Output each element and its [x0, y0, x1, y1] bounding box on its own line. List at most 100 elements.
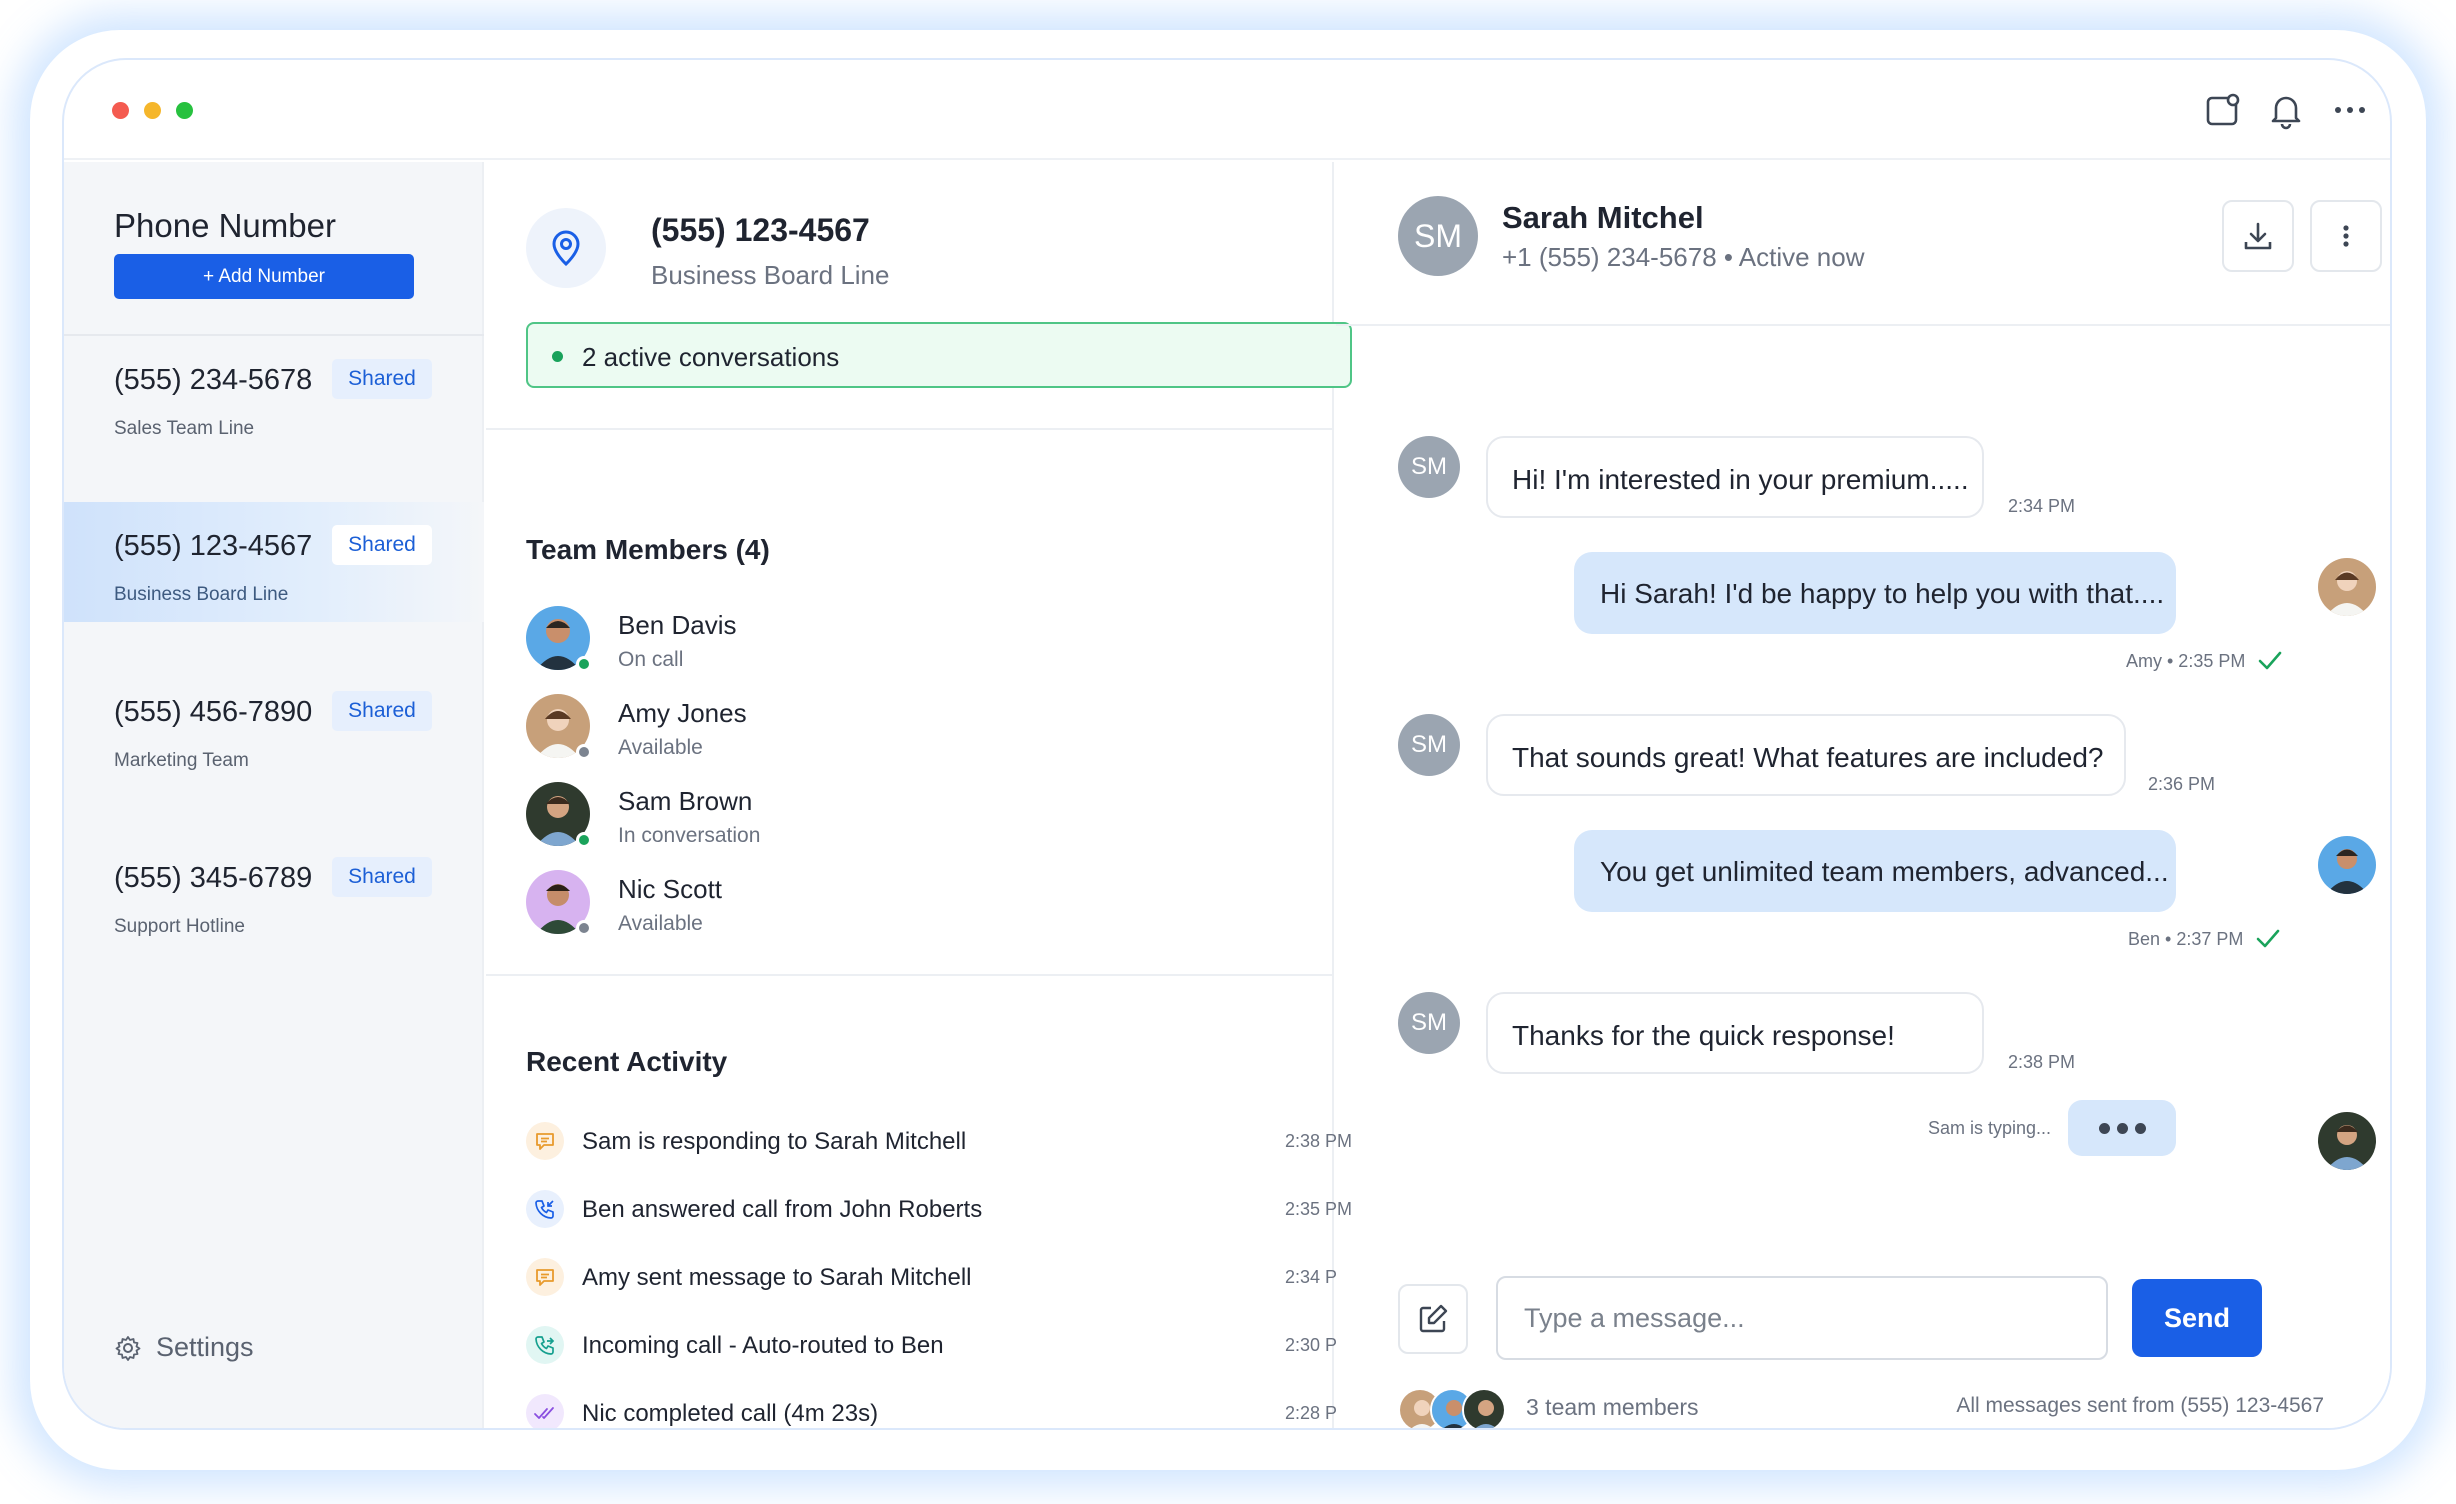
message-icon	[526, 1258, 564, 1296]
line-label: Marketing Team	[114, 750, 249, 771]
activity-item[interactable]: Ben answered call from John Roberts 2:35…	[526, 1190, 1352, 1230]
activity-item[interactable]: Amy sent message to Sarah Mitchell 2:34 …	[526, 1258, 1352, 1298]
message-composer: Send 3 team members All messages sent fr…	[1336, 1222, 2390, 1428]
member-status: Available	[618, 912, 703, 935]
download-button[interactable]	[2222, 200, 2294, 272]
line-label: Business Board Line	[114, 584, 289, 605]
line-item-sales[interactable]: (555) 234-5678 Shared Sales Team Line	[64, 336, 484, 456]
avatar	[2318, 1112, 2376, 1170]
team-count: 3 team members	[1526, 1394, 1699, 1420]
outgoing-message: You get unlimited team members, advanced…	[1574, 830, 2176, 912]
contact-name: Sarah Mitchel	[1502, 200, 1704, 235]
member-status: Available	[618, 736, 703, 759]
team-members-title: Team Members (4)	[526, 534, 770, 565]
send-button[interactable]: Send	[2132, 1279, 2262, 1357]
message-sender-time: Amy • 2:35 PM	[2126, 650, 2246, 671]
maximize-window-button[interactable]	[176, 102, 193, 119]
activity-item[interactable]: Sam is responding to Sarah Mitchell 2:38…	[526, 1122, 1352, 1162]
message-sender-time: Ben • 2:37 PM	[2128, 928, 2244, 949]
shared-badge: Shared	[332, 359, 432, 399]
active-conversations-text: 2 active conversations	[582, 342, 840, 372]
outgoing-message: Hi Sarah! I'd be happy to help you with …	[1574, 552, 2176, 634]
message-time: 2:38 PM	[2008, 1052, 2076, 1072]
chat-panel: SM Sarah Mitchel +1 (555) 234-5678 • Act…	[1336, 162, 2390, 1428]
recent-activity-title: Recent Activity	[526, 1046, 728, 1077]
team-member[interactable]: Ben Davis On call	[526, 606, 1126, 676]
sidebar: Phone Number + Add Number (555) 234-5678…	[64, 162, 484, 1428]
settings-link[interactable]: Settings	[114, 1332, 254, 1363]
activity-text: Incoming call - Auto-routed to Ben	[582, 1332, 944, 1359]
minimize-window-button[interactable]	[144, 102, 161, 119]
title-bar	[64, 60, 2390, 160]
line-number: (555) 234-5678	[114, 364, 313, 396]
double-check-icon	[526, 1394, 564, 1428]
line-label: Sales Team Line	[114, 418, 255, 439]
phone-forward-icon	[526, 1326, 564, 1364]
notes-icon[interactable]	[2204, 90, 2244, 130]
member-name: Nic Scott	[618, 874, 723, 904]
more-icon[interactable]	[2330, 90, 2370, 130]
message-input[interactable]	[1496, 1276, 2108, 1360]
team-member[interactable]: Nic Scott Available	[526, 870, 1126, 940]
member-name: Sam Brown	[618, 786, 753, 816]
avatar	[2318, 836, 2376, 894]
selected-line-number: (555) 123-4567	[651, 212, 870, 248]
team-member[interactable]: Amy Jones Available	[526, 694, 1126, 764]
team-member[interactable]: Sam Brown In conversation	[526, 782, 1126, 852]
line-number: (555) 345-6789	[114, 862, 313, 894]
line-number: (555) 456-7890	[114, 696, 313, 728]
check-icon	[2257, 929, 2280, 948]
phone-incoming-icon	[526, 1190, 564, 1228]
shared-badge: Shared	[332, 857, 432, 897]
line-detail-panel: (555) 123-4567 Business Board Line 2 act…	[486, 162, 1352, 1428]
status-dot-icon	[576, 744, 592, 760]
shared-badge: Shared	[332, 691, 432, 731]
selected-line-label: Business Board Line	[651, 260, 890, 290]
incoming-message: Thanks for the quick response!	[1486, 992, 1984, 1074]
location-pin-icon	[526, 208, 606, 288]
contact-avatar: SM	[1398, 992, 1460, 1054]
gear-icon	[115, 1335, 141, 1361]
divider	[486, 974, 1334, 976]
avatar	[1462, 1388, 1506, 1428]
line-label: Support Hotline	[114, 916, 245, 937]
chat-header: SM Sarah Mitchel +1 (555) 234-5678 • Act…	[1336, 162, 2390, 326]
chat-options-button[interactable]	[2310, 200, 2382, 272]
settings-label: Settings	[156, 1332, 254, 1362]
message-meta: Ben • 2:37 PM	[2128, 928, 2328, 950]
message-time: 2:36 PM	[2148, 774, 2216, 794]
incoming-message: That sounds great! What features are inc…	[1486, 714, 2126, 796]
member-name: Amy Jones	[618, 698, 747, 728]
check-icon	[2259, 651, 2282, 670]
contact-avatar: SM	[1398, 714, 1460, 776]
avatar	[2318, 558, 2376, 616]
line-number: (555) 123-4567	[114, 530, 313, 562]
line-item-business[interactable]: (555) 123-4567 Shared Business Board Lin…	[64, 502, 484, 622]
member-status: On call	[618, 648, 684, 671]
line-item-support[interactable]: (555) 345-6789 Shared Support Hotline	[64, 834, 484, 954]
contact-avatar: SM	[1398, 436, 1460, 498]
divider	[486, 428, 1334, 430]
message-meta: Amy • 2:35 PM	[2126, 650, 2326, 672]
sidebar-title: Phone Number	[114, 207, 336, 244]
active-conversations-banner: 2 active conversations	[526, 322, 1352, 388]
line-item-marketing[interactable]: (555) 456-7890 Shared Marketing Team	[64, 668, 484, 788]
download-icon	[2244, 222, 2272, 250]
close-window-button[interactable]	[112, 102, 129, 119]
incoming-message: Hi! I'm interested in your premium.....	[1486, 436, 1984, 518]
activity-text: Ben answered call from John Roberts	[582, 1196, 983, 1223]
shared-badge: Shared	[332, 525, 432, 565]
add-number-button[interactable]: + Add Number	[114, 254, 414, 299]
status-dot-icon	[576, 656, 592, 672]
status-dot-icon	[576, 920, 592, 936]
typing-indicator-text: Sam is typing...	[1928, 1118, 2052, 1138]
activity-item[interactable]: Incoming call - Auto-routed to Ben 2:30 …	[526, 1326, 1352, 1366]
bell-icon[interactable]	[2266, 90, 2306, 130]
typing-bubble	[2068, 1100, 2176, 1156]
activity-text: Amy sent message to Sarah Mitchell	[582, 1264, 972, 1291]
vertical-more-icon	[2343, 225, 2349, 247]
activity-text: Nic completed call (4m 23s)	[582, 1400, 879, 1427]
app-window: Phone Number + Add Number (555) 234-5678…	[62, 58, 2392, 1430]
compose-button[interactable]	[1398, 1284, 1468, 1354]
activity-item[interactable]: Nic completed call (4m 23s) 2:28 PM	[526, 1394, 1352, 1428]
